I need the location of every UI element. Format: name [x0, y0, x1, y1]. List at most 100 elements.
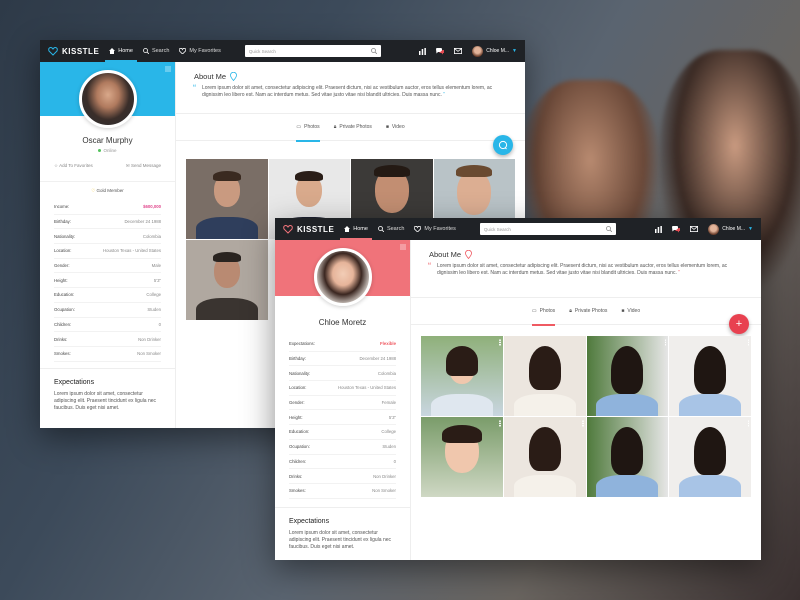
- profile-sidebar: Oscar Murphy Online ☆ Add To Favorites ✉…: [40, 62, 176, 428]
- attribute-row: Birthday: December 24 1988: [54, 215, 161, 230]
- about-title: About Me: [194, 72, 227, 81]
- chat-icon[interactable]: [672, 225, 681, 233]
- attribute-row: Gender: Female: [289, 396, 396, 411]
- photo-thumb[interactable]: [669, 336, 751, 416]
- user-menu[interactable]: Chloe M... ▼: [472, 45, 517, 57]
- attribute-row: Location: Houston Texas - United States: [289, 381, 396, 396]
- top-navbar: KISSTLE Home Search My Favorites Quick S…: [275, 218, 761, 240]
- photo-thumb[interactable]: [503, 417, 586, 497]
- nav-favorites-label: My Favorites: [424, 226, 456, 232]
- attribute-row: Smokes: Non Smoker: [289, 484, 396, 499]
- attribute-row: Birthday: December 24 1988: [289, 352, 396, 367]
- tab-private-photos[interactable]: 🔒︎ Private Photos: [569, 298, 607, 325]
- mail-icon[interactable]: [690, 226, 699, 232]
- send-message-button[interactable]: ✉ Send Message: [126, 163, 161, 169]
- attribute-row: Ocupation: Studen: [54, 303, 161, 318]
- location-pin-icon: [465, 250, 473, 259]
- add-favorite-button[interactable]: ☆ Add To Favorites: [54, 163, 93, 169]
- photo-thumb[interactable]: [186, 159, 268, 239]
- nav-favorites[interactable]: My Favorites: [414, 218, 456, 240]
- expectations-text: Lorem ipsum dolor sit amet, consectetur …: [54, 390, 157, 412]
- attribute-row: Height: 5'3": [289, 410, 396, 426]
- quick-search-input[interactable]: Quick Search: [479, 223, 616, 235]
- photo-thumb[interactable]: [421, 336, 503, 416]
- heart-icon: [414, 226, 422, 232]
- nav-search-label: Search: [151, 48, 170, 54]
- expectations-section: Expectations Lorem ipsum dolor sit amet,…: [275, 506, 410, 560]
- media-tabs: ▭ Photos 🔒︎ Private Photos ■ Video: [411, 298, 761, 326]
- stats-icon[interactable]: [419, 47, 427, 55]
- photos-icon: ▭: [296, 124, 302, 130]
- chevron-down-icon: ▼: [512, 48, 517, 54]
- home-icon: [344, 226, 351, 232]
- photo-grid: [421, 336, 751, 497]
- expectations-section: Expectations Lorem ipsum dolor sit amet,…: [40, 367, 175, 423]
- photo-thumb[interactable]: [421, 417, 503, 497]
- attribute-row: Height: 5'3": [54, 273, 161, 289]
- attribute-row: Children: 0: [54, 318, 161, 333]
- heart-shield-icon: [48, 46, 58, 56]
- tab-private-photos[interactable]: 🔒︎ Private Photos: [334, 114, 372, 141]
- nav-search[interactable]: Search: [143, 40, 169, 62]
- profile-avatar[interactable]: [313, 248, 372, 306]
- photo-thumb[interactable]: [503, 336, 586, 416]
- profile-cover: [275, 240, 410, 306]
- nav-search-label: Search: [386, 226, 405, 232]
- nav-search[interactable]: Search: [378, 218, 404, 240]
- quote-close-icon: ”: [678, 270, 680, 277]
- user-avatar: [708, 223, 720, 235]
- photo-thumb[interactable]: [186, 240, 268, 320]
- attribute-row: Income: $600,000: [54, 200, 161, 215]
- profile-attributes: Income: $600,000 Birthday: December 24 198…: [40, 200, 175, 362]
- heart-shield-icon: [283, 224, 293, 234]
- video-icon: ■: [621, 308, 625, 314]
- attribute-row: Education: College: [54, 288, 161, 303]
- nav-home[interactable]: Home: [340, 218, 372, 240]
- user-name: Chloe M...: [722, 226, 746, 232]
- photo-thumb[interactable]: [669, 417, 751, 497]
- home-icon: [109, 48, 116, 54]
- tab-photos[interactable]: ▭ Photos: [531, 298, 556, 326]
- nav-home-label: Home: [118, 48, 133, 54]
- brand-name: KISSTLE: [62, 46, 100, 56]
- expectations-title: Expectations: [289, 517, 330, 525]
- add-photo-fab-button[interactable]: +: [729, 314, 749, 334]
- brand-logo[interactable]: KISSTLE: [283, 224, 334, 234]
- grid-menu-icon[interactable]: [165, 66, 171, 72]
- stats-icon[interactable]: [655, 225, 663, 233]
- quick-search-input[interactable]: Quick Search: [244, 45, 381, 57]
- chat-fab-button[interactable]: [493, 135, 513, 155]
- user-menu[interactable]: Chloe M... ▼: [708, 223, 753, 235]
- profile-sidebar: Chloe Moretz Expectations: Flexible Birth…: [275, 240, 411, 560]
- tab-video[interactable]: ■ Video: [386, 114, 405, 141]
- profile-name: Oscar Murphy: [82, 136, 133, 145]
- attribute-row: Gender: Male: [54, 259, 161, 274]
- attribute-row: Children: 0: [289, 455, 396, 470]
- brand-logo[interactable]: KISSTLE: [48, 46, 99, 56]
- grid-menu-icon[interactable]: [400, 244, 406, 250]
- nav-favorites-label: My Favorites: [189, 48, 221, 54]
- photo-thumb[interactable]: [586, 417, 669, 497]
- profile-attributes: Expectations: Flexible Birthday: December …: [275, 337, 410, 499]
- gold-heart-icon: ♡: [91, 188, 96, 193]
- chat-bubble-icon: [498, 140, 508, 150]
- profile-cover: [40, 62, 175, 128]
- mail-icon[interactable]: [454, 48, 463, 54]
- search-placeholder: Quick Search: [248, 48, 276, 54]
- tab-video[interactable]: ■ Video: [621, 298, 640, 325]
- nav-favorites[interactable]: My Favorites: [179, 40, 221, 62]
- profile-avatar[interactable]: [78, 70, 137, 128]
- photo-thumb[interactable]: [586, 336, 669, 416]
- quote-close-icon: ”: [443, 92, 445, 99]
- nav-home[interactable]: Home: [105, 40, 137, 62]
- lock-icon: 🔒︎: [333, 124, 337, 130]
- chat-icon[interactable]: [436, 47, 445, 55]
- quote-open-icon: “: [193, 83, 196, 93]
- attribute-row: Education: College: [289, 425, 396, 440]
- tab-photos[interactable]: ▭ Photos: [296, 114, 321, 142]
- message-icon: ✉: [125, 163, 130, 168]
- heart-icon: [179, 48, 187, 54]
- expectations-text: Lorem ipsum dolor sit amet, consectetur …: [289, 529, 392, 551]
- photos-icon: ▭: [531, 308, 537, 314]
- user-avatar: [472, 45, 484, 57]
